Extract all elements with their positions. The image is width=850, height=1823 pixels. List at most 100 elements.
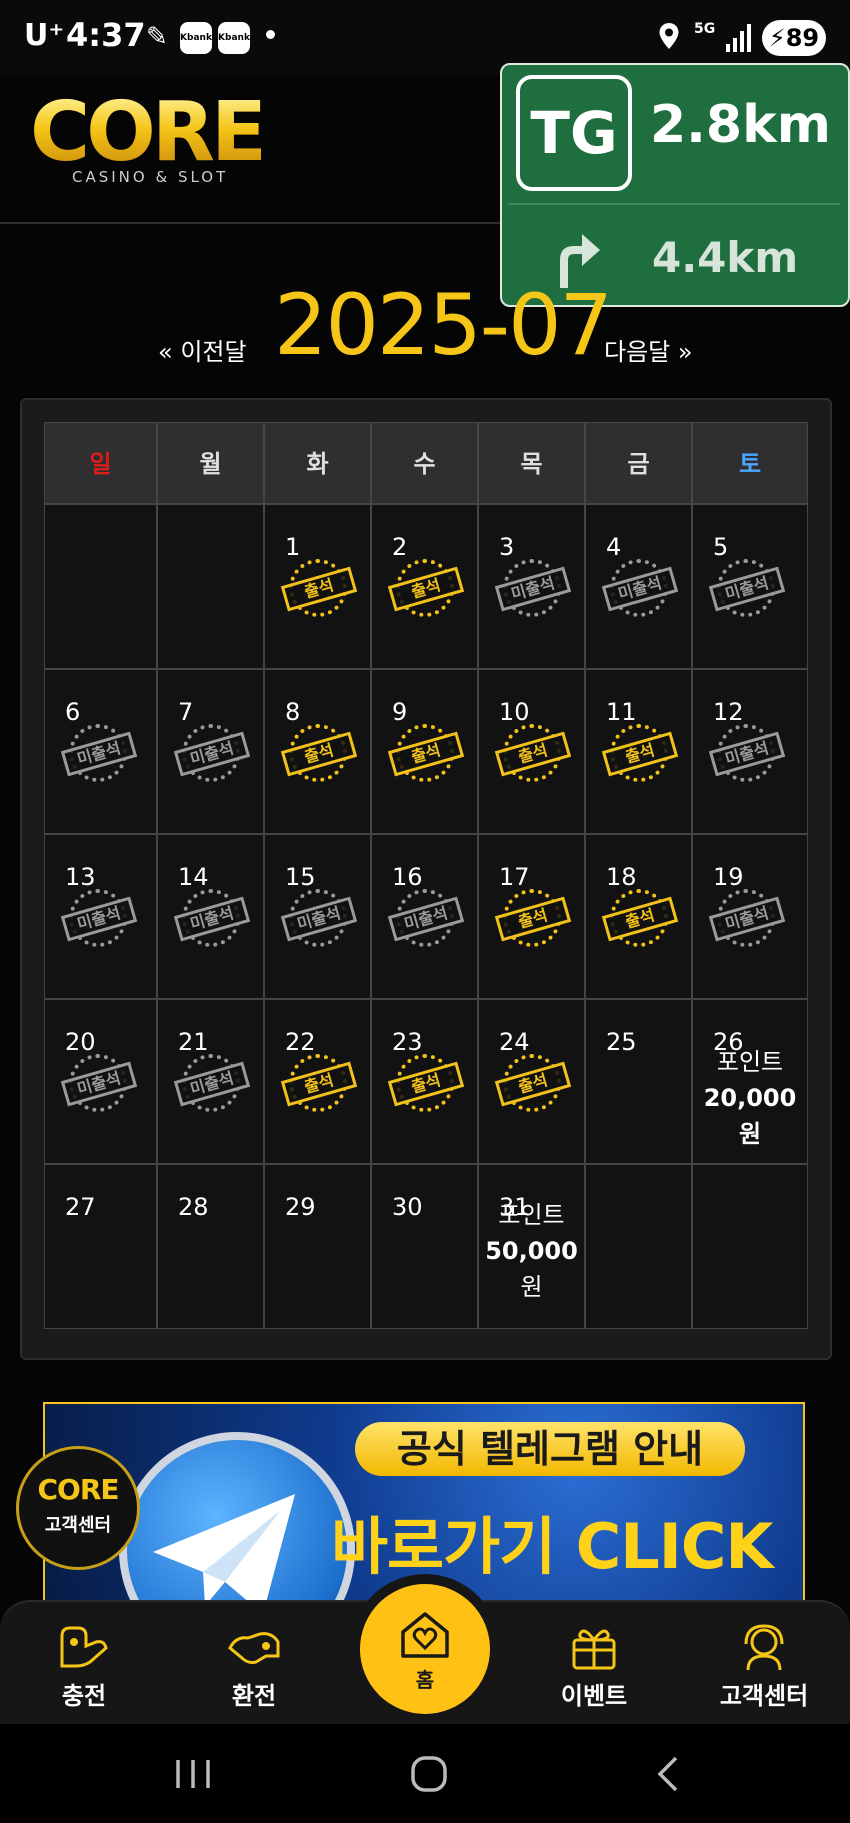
calendar-day-cell[interactable]: 28 xyxy=(157,1164,264,1329)
day-number: 25 xyxy=(606,1028,637,1056)
calendar-week-row: 20 미출석 21 미출석 22 출석 23 출석 24 출석 25 26 포인트 20,000 원 xyxy=(44,999,808,1164)
home-system-icon[interactable] xyxy=(404,1754,454,1794)
more-notifications-dot xyxy=(266,30,275,39)
calendar-day-cell[interactable]: 22 출석 xyxy=(264,999,371,1164)
carrier-label: U⁺ xyxy=(24,18,65,53)
location-icon xyxy=(658,22,680,57)
calendar-day-cell[interactable]: 6 미출석 xyxy=(44,669,157,834)
network-type: 5G xyxy=(694,21,716,37)
day-number: 19 xyxy=(713,863,744,891)
calendar-day-cell[interactable]: 20 미출석 xyxy=(44,999,157,1164)
paper-plane-icon xyxy=(153,1494,295,1600)
calendar-day-cell[interactable]: 4 미출석 xyxy=(585,504,692,669)
nav-exchange[interactable]: 환전 xyxy=(194,1602,314,1726)
customer-service-float-button[interactable]: CORE 고객센터 xyxy=(16,1446,140,1570)
attended-stamp: 출석 xyxy=(494,1054,573,1114)
day-number: 11 xyxy=(606,698,637,726)
reward-label: 포인트 20,000 원 xyxy=(693,1044,807,1152)
day-number: 15 xyxy=(285,863,316,891)
nav-charge[interactable]: 충전 xyxy=(24,1602,144,1726)
telegram-banner[interactable]: 공식 텔레그램 안내 바로가기 CLICK xyxy=(43,1402,805,1602)
day-number: 21 xyxy=(178,1028,209,1056)
nav-event[interactable]: 이벤트 xyxy=(534,1602,654,1726)
day-number: 8 xyxy=(285,698,301,726)
reward-line: 포인트 xyxy=(716,1048,784,1076)
calendar-day-cell[interactable]: 29 xyxy=(264,1164,371,1329)
calendar-day-cell[interactable]: 21 미출석 xyxy=(157,999,264,1164)
reward-label: 포인트 50,000 원 xyxy=(479,1197,584,1305)
calendar-day-cell[interactable]: 9 출석 xyxy=(371,669,478,834)
day-number: 29 xyxy=(285,1193,316,1221)
day-number: 10 xyxy=(499,698,530,726)
calendar-grid: 일월화수목금토 1 출석 2 출석 3 미출석 4 미출석 5 미출석 6 미출석 7 미출석 8 출석 9 출석… xyxy=(44,422,808,1329)
calendar-day-cell[interactable]: 8 출석 xyxy=(264,669,371,834)
reward-line: 포인트 xyxy=(498,1201,565,1229)
attended-stamp: 출석 xyxy=(601,889,680,949)
gift-icon xyxy=(572,1629,616,1670)
calendar-day-cell[interactable]: 7 미출석 xyxy=(157,669,264,834)
recent-apps-icon[interactable] xyxy=(168,1754,218,1794)
calendar-day-cell[interactable]: 2 출석 xyxy=(371,504,478,669)
prev-month-link[interactable]: « 이전달 xyxy=(158,332,247,367)
day-number: 16 xyxy=(392,863,423,891)
site-logo[interactable]: CORE CASINO & SLOT xyxy=(30,92,282,188)
calendar-day-cell[interactable]: 25 xyxy=(585,999,692,1164)
calendar-day-cell[interactable]: 24 출석 xyxy=(478,999,585,1164)
day-number: 23 xyxy=(392,1028,423,1056)
calendar-day-cell[interactable]: 11 출석 xyxy=(585,669,692,834)
calendar-day-cell xyxy=(585,1164,692,1329)
calendar-day-cell[interactable]: 10 출석 xyxy=(478,669,585,834)
weekday-header: 금 xyxy=(585,422,692,504)
nav-home-button[interactable]: 홈 xyxy=(360,1584,490,1714)
day-number: 13 xyxy=(65,863,96,891)
day-number: 3 xyxy=(499,533,515,561)
clock: 4:37 xyxy=(66,16,146,54)
absent-stamp: 미출석 xyxy=(173,889,252,949)
battery-icon: ⚡89 xyxy=(762,20,826,56)
calendar-day-cell[interactable]: 27 xyxy=(44,1164,157,1329)
calendar-day-cell[interactable]: 30 xyxy=(371,1164,478,1329)
calendar-day-cell[interactable]: 31 포인트 50,000 원 xyxy=(478,1164,585,1329)
day-number: 24 xyxy=(499,1028,530,1056)
calendar-day-cell[interactable]: 12 미출석 xyxy=(692,669,808,834)
calendar-day-cell[interactable]: 16 미출석 xyxy=(371,834,478,999)
kbank-icon: Kbank xyxy=(180,22,212,54)
calendar-day-cell xyxy=(44,504,157,669)
day-number: 30 xyxy=(392,1193,423,1221)
calendar-day-cell xyxy=(692,1164,808,1329)
calendar-day-cell[interactable]: 13 미출석 xyxy=(44,834,157,999)
calendar-day-cell[interactable]: 23 출석 xyxy=(371,999,478,1164)
calendar-day-cell[interactable]: 1 출석 xyxy=(264,504,371,669)
absent-stamp: 미출석 xyxy=(601,559,680,619)
absent-stamp: 미출석 xyxy=(494,559,573,619)
calendar-day-cell[interactable]: 19 미출석 xyxy=(692,834,808,999)
system-navigation-bar xyxy=(0,1724,850,1823)
attended-stamp: 출석 xyxy=(494,889,573,949)
banner-cta: 바로가기 CLICK xyxy=(331,1510,773,1583)
absent-stamp: 미출석 xyxy=(708,724,787,784)
calendar-day-cell[interactable]: 18 출석 xyxy=(585,834,692,999)
calendar-day-cell[interactable]: 5 미출석 xyxy=(692,504,808,669)
next-month-link[interactable]: 다음달 » xyxy=(604,332,693,367)
day-number: 18 xyxy=(606,863,637,891)
absent-stamp: 미출석 xyxy=(173,724,252,784)
absent-stamp: 미출석 xyxy=(280,889,359,949)
calendar-day-cell[interactable]: 15 미출석 xyxy=(264,834,371,999)
calendar-day-cell[interactable]: 26 포인트 20,000 원 xyxy=(692,999,808,1164)
feather-icon: ✎ xyxy=(146,22,168,52)
nav-support[interactable]: 고객센터 xyxy=(704,1602,824,1726)
home-heart-icon xyxy=(401,1612,449,1658)
calendar-day-cell[interactable]: 17 출석 xyxy=(478,834,585,999)
month-title: 2025-07 xyxy=(274,276,613,374)
day-number: 22 xyxy=(285,1028,316,1056)
calendar-day-cell[interactable]: 14 미출석 xyxy=(157,834,264,999)
back-icon[interactable] xyxy=(644,1754,694,1794)
attended-stamp: 출석 xyxy=(387,724,466,784)
calendar-day-cell[interactable]: 3 미출석 xyxy=(478,504,585,669)
headset-icon xyxy=(744,1624,784,1671)
attended-stamp: 출석 xyxy=(280,1054,359,1114)
nav-event-label: 이벤트 xyxy=(560,1682,628,1710)
absent-stamp: 미출석 xyxy=(708,559,787,619)
calendar-week-row: 27 28 29 30 31 포인트 50,000 원 xyxy=(44,1164,808,1329)
calendar-week-row: 1 출석 2 출석 3 미출석 4 미출석 5 미출석 xyxy=(44,504,808,669)
